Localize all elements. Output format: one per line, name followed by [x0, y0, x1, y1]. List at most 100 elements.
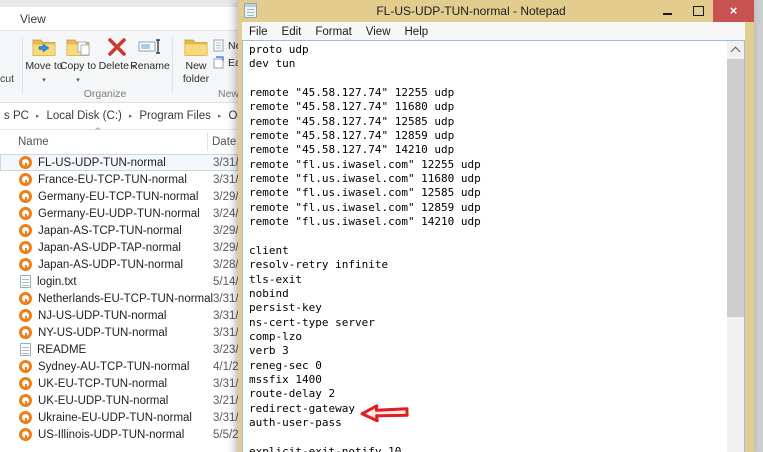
table-row[interactable]: UK-EU-UDP-TUN-normal 3/21/: [0, 392, 238, 409]
file-date: 3/29/: [213, 242, 238, 254]
table-row[interactable]: UK-EU-TCP-TUN-normal 3/31/: [0, 375, 238, 392]
easy-access-button[interactable]: Ea: [213, 56, 238, 72]
easy-access-icon: [213, 56, 225, 72]
column-divider[interactable]: [207, 133, 208, 151]
file-date: 3/31/: [213, 293, 238, 305]
table-row[interactable]: Netherlands-EU-TCP-TUN-normal 3/31/: [0, 290, 238, 307]
ribbon: cut Move to ▾ Copy: [0, 31, 238, 103]
file-icon: [19, 207, 32, 220]
chevron-down-icon: ▾: [42, 76, 46, 84]
file-name: NY-US-UDP-TUN-normal: [38, 327, 167, 339]
address-bar[interactable]: s PC▸Local Disk (C:)▸Program Files▸OpenV…: [0, 104, 238, 130]
file-icon: [19, 377, 32, 390]
rename-button[interactable]: Rename: [130, 35, 170, 73]
file-date: 3/31/: [213, 327, 238, 339]
explorer-window: View cut Move to ▾: [0, 0, 238, 452]
file-icon: [19, 258, 32, 271]
table-row[interactable]: Japan-AS-UDP-TAP-normal 3/29/: [0, 239, 238, 256]
table-row[interactable]: Japan-AS-TCP-TUN-normal 3/29/: [0, 222, 238, 239]
file-date: 3/21/: [213, 395, 238, 407]
chevron-right-icon: ▸: [32, 104, 44, 129]
copy-to-label: Copy to: [60, 60, 96, 72]
table-row[interactable]: Germany-EU-UDP-TUN-normal 3/24/: [0, 205, 238, 222]
move-to-label: Move to: [25, 60, 62, 72]
delete-icon: [104, 36, 130, 58]
column-header-date[interactable]: Date: [212, 136, 236, 148]
breadcrumb-segment[interactable]: Program Files: [136, 104, 214, 129]
tab-view[interactable]: View: [14, 7, 52, 31]
breadcrumb-segment[interactable]: Local Disk (C:): [43, 104, 124, 129]
table-row[interactable]: Sydney-AU-TCP-TUN-normal 4/1/2: [0, 358, 238, 375]
file-name: France-EU-TCP-TUN-normal: [38, 174, 187, 186]
menu-item[interactable]: Edit: [275, 23, 309, 41]
sort-ascending-icon: ^: [94, 127, 102, 137]
new-item-button[interactable]: Ne: [213, 39, 238, 55]
maximize-button[interactable]: [683, 0, 713, 22]
menu-item[interactable]: View: [359, 23, 398, 41]
file-name: Japan-AS-UDP-TAP-normal: [38, 242, 181, 254]
file-name: README: [37, 344, 86, 356]
file-icon: [19, 224, 32, 237]
close-button[interactable]: ×: [713, 0, 754, 22]
file-date: 3/24/: [213, 208, 238, 220]
file-name: UK-EU-TCP-TUN-normal: [38, 378, 167, 390]
file-icon: [19, 292, 32, 305]
new-folder-button[interactable]: New folder: [176, 35, 216, 85]
file-name: login.txt: [37, 276, 77, 288]
menu-item[interactable]: File: [242, 23, 275, 41]
notepad-titlebar[interactable]: FL-US-UDP-TUN-normal - Notepad ×: [238, 0, 754, 22]
text-area[interactable]: proto udp dev tun remote "45.58.127.74" …: [243, 41, 727, 452]
table-row[interactable]: FL-US-UDP-TUN-normal 3/31/: [0, 154, 238, 171]
ribbon-group-organize-label: Organize: [35, 88, 175, 100]
window-title: FL-US-UDP-TUN-normal - Notepad: [298, 0, 644, 22]
table-row[interactable]: US-Illinois-UDP-TUN-normal 5/5/2: [0, 426, 238, 443]
file-name: Germany-EU-UDP-TUN-normal: [38, 208, 200, 220]
table-row[interactable]: Ukraine-EU-UDP-TUN-normal 3/31/: [0, 409, 238, 426]
file-icon: [19, 394, 32, 407]
file-icon: [20, 343, 31, 356]
notepad-body: proto udp dev tun remote "45.58.127.74" …: [242, 40, 745, 452]
breadcrumb-segment[interactable]: s PC: [1, 104, 32, 129]
ribbon-separator: [172, 36, 173, 94]
table-row[interactable]: France-EU-TCP-TUN-normal 3/31/: [0, 171, 238, 188]
table-row[interactable]: NY-US-UDP-TUN-normal 3/31/: [0, 324, 238, 341]
file-icon: [19, 309, 32, 322]
table-row[interactable]: NJ-US-UDP-TUN-normal 3/31/: [0, 307, 238, 324]
scroll-up-button[interactable]: [727, 41, 744, 58]
paste-shortcut-label-fragment[interactable]: cut: [0, 73, 14, 85]
menu-item[interactable]: Format: [308, 23, 358, 41]
file-name: US-Illinois-UDP-TUN-normal: [38, 429, 184, 441]
scrollbar-thumb[interactable]: [727, 59, 744, 317]
file-date: 5/14/: [213, 276, 238, 288]
column-header-name[interactable]: Name: [18, 136, 49, 148]
new-item-icon: [213, 39, 225, 55]
file-name: Ukraine-EU-UDP-TUN-normal: [38, 412, 192, 424]
move-to-button[interactable]: Move to ▾: [25, 35, 63, 86]
file-name: Netherlands-EU-TCP-TUN-normal: [38, 293, 213, 305]
new-folder-icon: [183, 36, 209, 58]
table-row[interactable]: Germany-EU-TCP-TUN-normal 3/29/: [0, 188, 238, 205]
file-name: NJ-US-UDP-TUN-normal: [38, 310, 166, 322]
table-row[interactable]: README 3/23/: [0, 341, 238, 358]
file-icon: [19, 173, 32, 186]
copy-to-folder-icon: [65, 36, 91, 58]
file-date: 3/28/: [213, 259, 238, 271]
config-text: proto udp dev tun remote "45.58.127.74" …: [243, 41, 727, 452]
move-to-folder-icon: [31, 36, 57, 58]
chevron-right-icon: ▸: [125, 104, 137, 129]
copy-to-button[interactable]: Copy to ▾: [59, 35, 97, 86]
menu-item[interactable]: Help: [398, 23, 436, 41]
minimize-button[interactable]: [653, 0, 683, 22]
file-list: FL-US-UDP-TUN-normal 3/31/ France-EU-TCP…: [0, 154, 238, 443]
file-icon: [19, 156, 32, 169]
file-date: 3/29/: [213, 191, 238, 203]
table-row[interactable]: login.txt 5/14/: [0, 273, 238, 290]
menu-bar: FileEditFormatViewHelp: [242, 22, 745, 40]
file-icon: [19, 326, 32, 339]
breadcrumb-segment[interactable]: OpenVPN: [225, 104, 238, 129]
scrollbar[interactable]: [727, 41, 744, 452]
file-icon: [19, 241, 32, 254]
red-arrow-annotation: [360, 402, 411, 424]
table-row[interactable]: Japan-AS-UDP-TUN-normal 3/28/: [0, 256, 238, 273]
file-icon: [19, 411, 32, 424]
